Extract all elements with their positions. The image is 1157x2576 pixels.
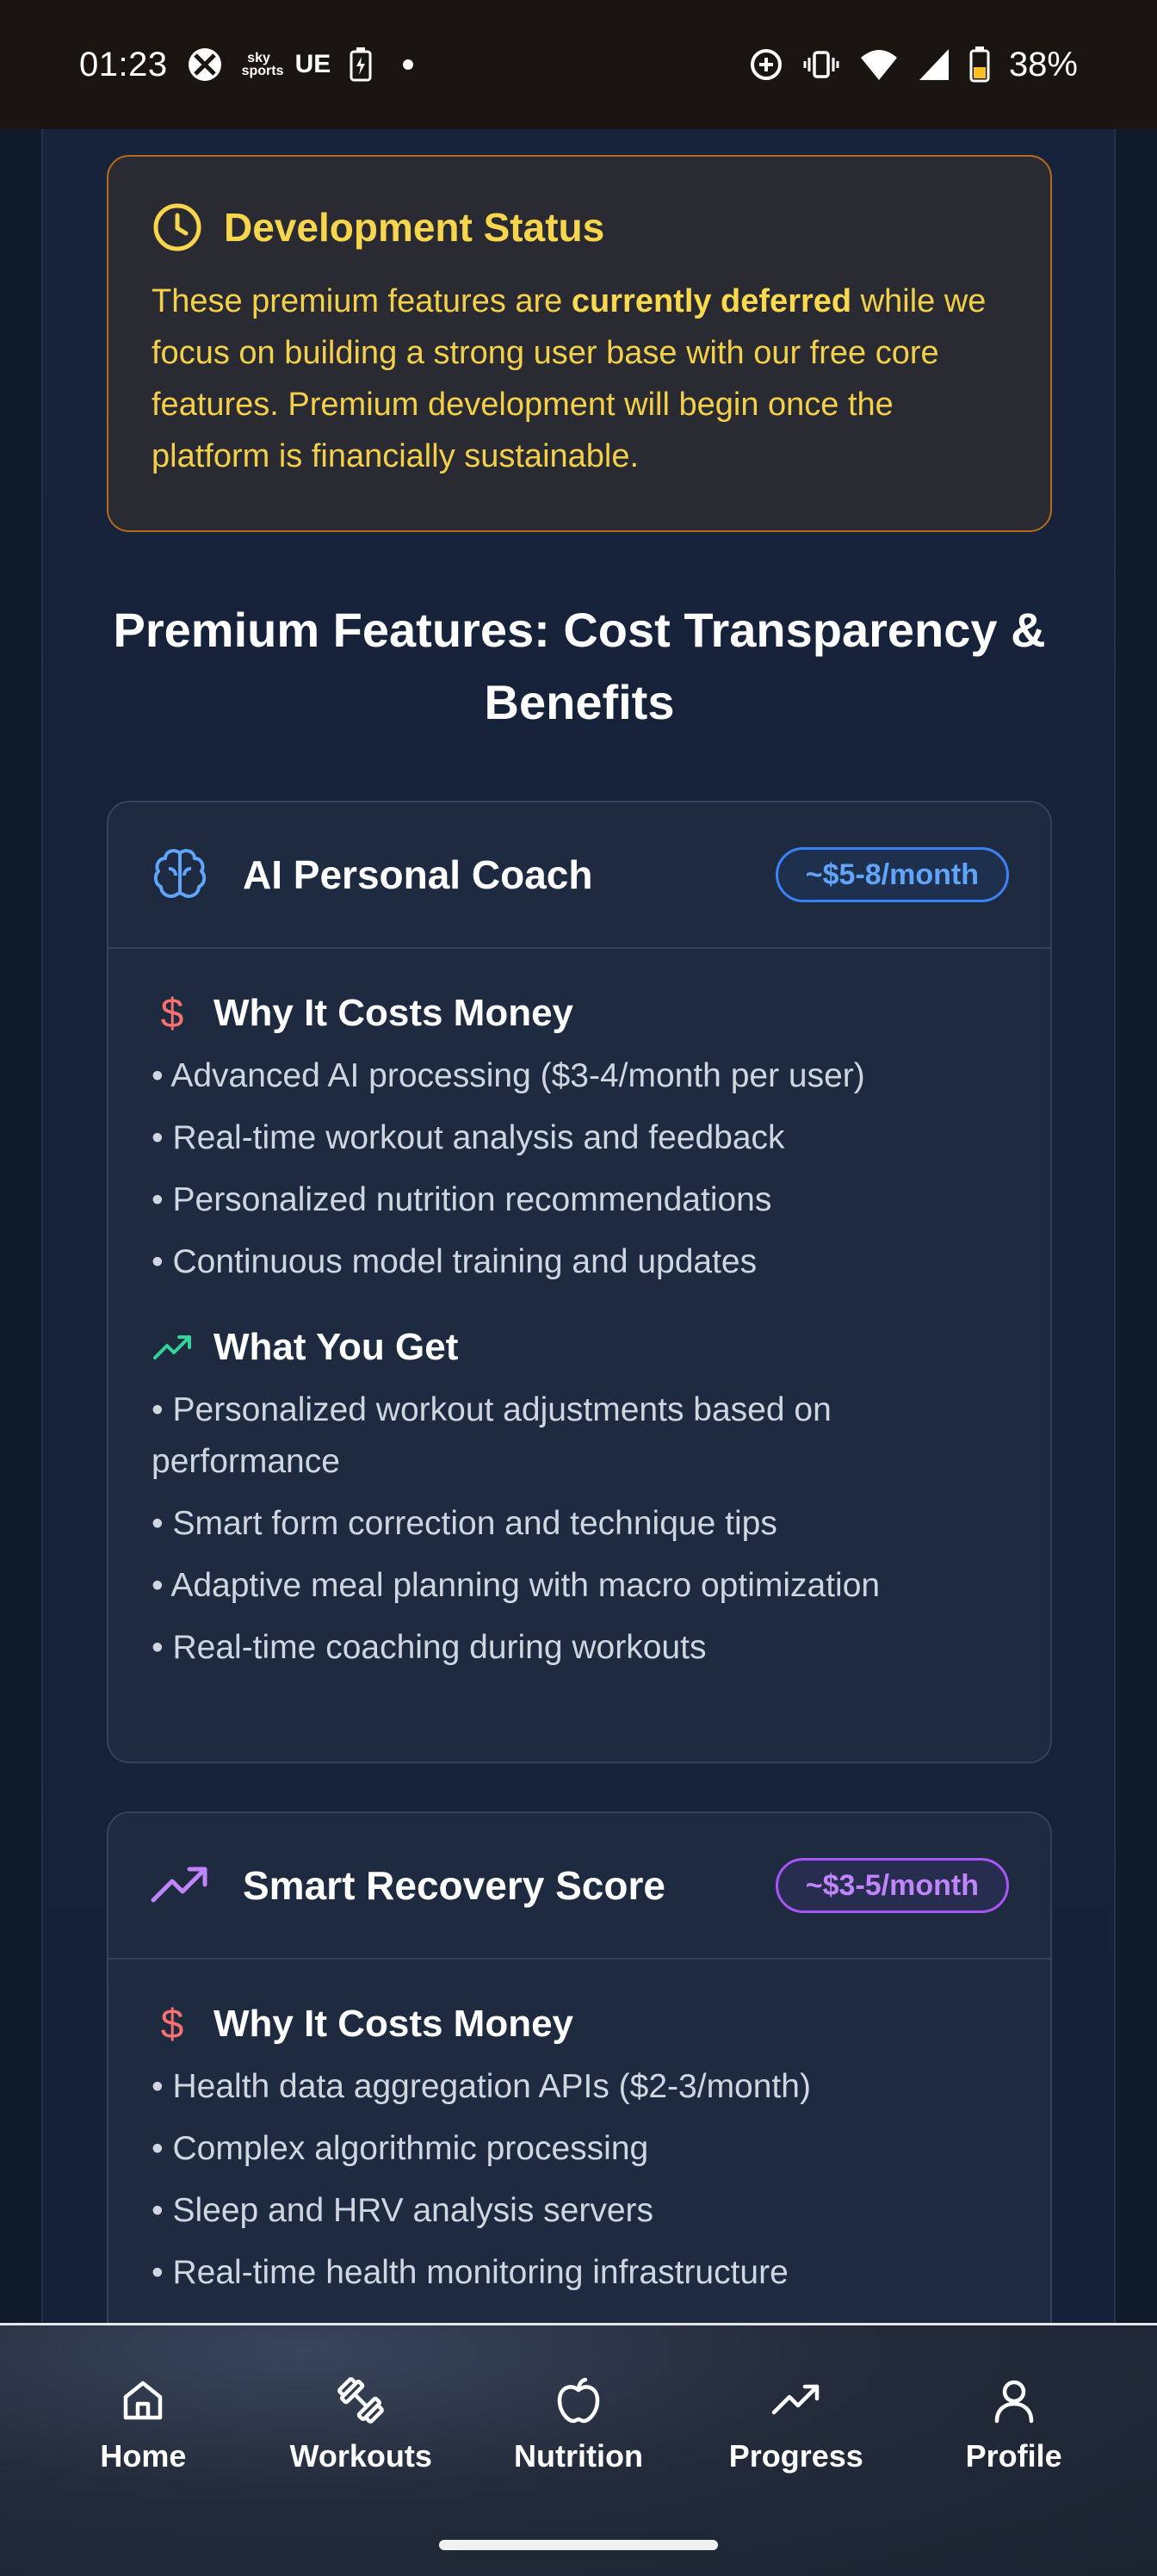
status-time: 01:23 bbox=[79, 45, 168, 84]
dollar-icon: $ bbox=[160, 990, 184, 1037]
dollar-icon: $ bbox=[160, 2001, 184, 2047]
development-status-title: Development Status bbox=[224, 205, 605, 250]
benefits-list: • Personalized workout adjustments based… bbox=[152, 1384, 1007, 1674]
list-item: • Continuous model training and updates bbox=[152, 1243, 758, 1280]
feature-name: Smart Recovery Score bbox=[243, 1863, 665, 1908]
trending-up-icon bbox=[771, 2384, 820, 2415]
list-item: • Real-time workout analysis and feedbac… bbox=[152, 1119, 785, 1156]
nav-nutrition[interactable]: Nutrition bbox=[484, 2375, 673, 2474]
notification-dot-icon bbox=[403, 59, 414, 70]
costs-title: Why It Costs Money bbox=[213, 992, 574, 1034]
nav-profile[interactable]: Profile bbox=[919, 2375, 1109, 2474]
list-item: • Advanced AI processing ($3-4/month per… bbox=[152, 1057, 865, 1094]
list-item: • Smart form correction and technique ti… bbox=[152, 1505, 777, 1542]
vibrate-icon bbox=[803, 51, 839, 78]
costs-list: • Health data aggregation APIs ($2-3/mon… bbox=[152, 2061, 1007, 2299]
development-status-card: Development Status These premium feature… bbox=[107, 155, 1052, 532]
bottom-navigation: Home Workouts Nutrition Progress Profile bbox=[0, 2323, 1157, 2576]
feature-card-body: $ Why It Costs Money • Advanced AI proce… bbox=[108, 949, 1050, 1674]
development-status-text: These premium features are currently def… bbox=[152, 283, 987, 474]
battery-charging-icon bbox=[350, 47, 372, 82]
wifi-icon bbox=[860, 50, 897, 80]
list-item: • Real-time coaching during workouts bbox=[152, 1629, 707, 1666]
battery-icon bbox=[969, 46, 990, 83]
nav-label: Home bbox=[100, 2438, 187, 2474]
feature-card-ai-coach[interactable]: AI Personal Coach ~$5-8/month $ Why It C… bbox=[107, 801, 1052, 1763]
home-icon bbox=[124, 2381, 163, 2420]
nav-home[interactable]: Home bbox=[48, 2375, 238, 2474]
price-badge: ~$3-5/month bbox=[775, 1858, 1009, 1913]
xbox-icon bbox=[188, 48, 221, 81]
feature-card-smart-recovery[interactable]: Smart Recovery Score ~$3-5/month $ Why I… bbox=[107, 1811, 1052, 2323]
feature-name: AI Personal Coach bbox=[243, 852, 593, 897]
feature-card-body: $ Why It Costs Money • Health data aggre… bbox=[108, 1960, 1050, 2299]
status-bar: 01:23 sky sports UE 38% bbox=[0, 0, 1157, 129]
nav-workouts[interactable]: Workouts bbox=[266, 2375, 455, 2474]
status-bar-left: 01:23 sky sports UE bbox=[79, 45, 414, 84]
benefits-title: What You Get bbox=[213, 1326, 459, 1368]
main-content: Development Status These premium feature… bbox=[41, 129, 1116, 2323]
trending-up-icon bbox=[151, 1867, 207, 1903]
price-badge: ~$5-8/month bbox=[775, 847, 1009, 902]
nav-label: Workouts bbox=[289, 2438, 432, 2474]
costs-list: • Advanced AI processing ($3-4/month per… bbox=[152, 1050, 1007, 1288]
nav-label: Progress bbox=[728, 2438, 863, 2474]
section-title: Premium Features: Cost Transparency & Be… bbox=[113, 603, 1046, 729]
feature-card-header[interactable]: AI Personal Coach ~$5-8/month bbox=[108, 802, 1050, 949]
list-item: • Sleep and HRV analysis servers bbox=[152, 2192, 654, 2229]
list-item: • Real-time health monitoring infrastruc… bbox=[152, 2254, 789, 2291]
list-item: • Complex algorithmic processing bbox=[152, 2130, 649, 2167]
cell-signal-icon bbox=[919, 49, 949, 80]
deferred-emphasis: currently deferred bbox=[571, 283, 852, 319]
nav-label: Nutrition bbox=[514, 2438, 643, 2474]
status-bar-right: 38% bbox=[749, 46, 1078, 84]
apple-icon bbox=[557, 2377, 600, 2424]
feature-card-header[interactable]: Smart Recovery Score ~$3-5/month bbox=[108, 1813, 1050, 1960]
sky-sports-logo: sky sports bbox=[241, 51, 284, 78]
battery-percent: 38% bbox=[1008, 45, 1078, 84]
costs-title: Why It Costs Money bbox=[213, 2003, 574, 2045]
list-item: • Adaptive meal planning with macro opti… bbox=[152, 1567, 881, 1604]
data-saver-icon bbox=[750, 49, 782, 80]
nav-label: Profile bbox=[965, 2438, 1062, 2474]
trending-up-icon bbox=[153, 1335, 191, 1359]
user-icon bbox=[994, 2380, 1033, 2424]
nav-progress[interactable]: Progress bbox=[702, 2375, 891, 2474]
ue-label: UE bbox=[294, 50, 331, 78]
list-item: • Health data aggregation APIs ($2-3/mon… bbox=[152, 2068, 811, 2105]
dumbbell-icon bbox=[337, 2377, 385, 2424]
list-item: • Personalized nutrition recommendations bbox=[152, 1181, 772, 1218]
list-item: • Personalized workout adjustments based… bbox=[152, 1391, 832, 1480]
home-indicator[interactable] bbox=[439, 2540, 718, 2550]
clock-icon bbox=[153, 203, 201, 251]
brain-icon bbox=[153, 849, 207, 898]
